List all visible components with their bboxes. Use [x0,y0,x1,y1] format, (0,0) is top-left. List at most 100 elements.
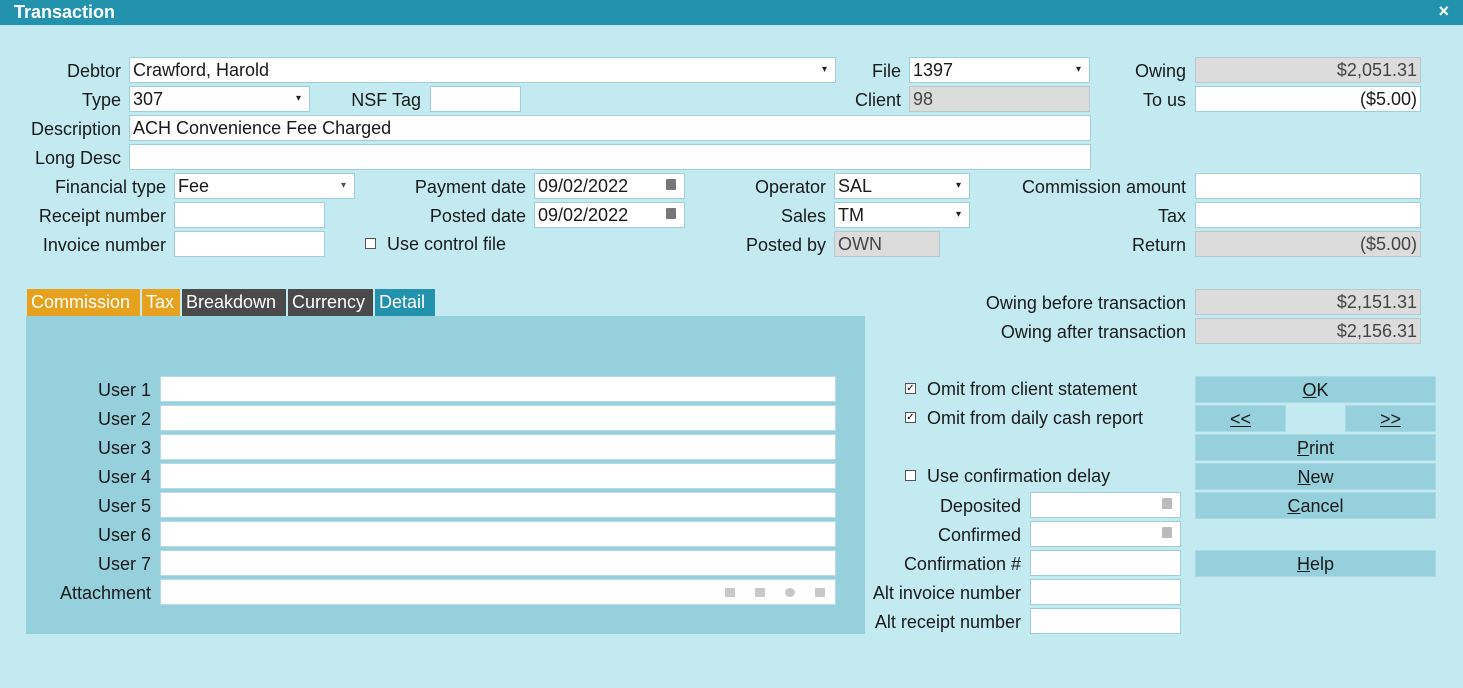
ok-button[interactable]: OK [1195,376,1436,403]
file-value: 1397 [913,60,954,80]
next-button-label: > [1390,409,1402,429]
user-5-input[interactable] [160,492,836,518]
cancel-button[interactable]: Cancel [1195,492,1436,519]
user-1-input[interactable] [160,376,836,402]
posted-date-value: 09/02/2022 [538,205,629,225]
file-label: File [871,61,901,81]
prev-button-mnemonic: < [1229,409,1241,429]
owing-after-label: Owing after transaction [1000,322,1186,342]
tab-currency[interactable]: Currency [288,289,373,316]
alt-invoice-label: Alt invoice number [872,583,1021,603]
file-select[interactable]: 1397 ▾ [909,57,1090,83]
tab-commission[interactable]: Commission [27,289,140,316]
commission-amount-label: Commission amount [1021,177,1186,197]
confirmation-number-label: Confirmation # [903,554,1021,574]
chevron-down-icon[interactable]: ▾ [822,58,827,82]
tab-breakdown-label: Breakdown [186,292,277,312]
debtor-label: Debtor [66,61,121,81]
payment-date-input[interactable]: 09/02/2022 [534,173,685,199]
print-button[interactable]: Print [1195,434,1436,461]
omit-daily-cash-checkbox[interactable]: ✓ [905,412,916,423]
posted-date-label: Posted date [429,206,526,226]
operator-value: SAL [838,176,873,196]
prev-button[interactable]: << [1195,405,1286,432]
to-us-label: To us [1142,90,1186,110]
sales-label: Sales [780,206,826,226]
tab-breakdown[interactable]: Breakdown [182,289,286,316]
omit-client-statement-label: Omit from client statement [927,379,1138,399]
help-button-label: elp [1309,554,1335,574]
description-label: Description [30,119,121,139]
receipt-number-input[interactable] [174,202,325,228]
description-input[interactable]: ACH Convenience Fee Charged [129,115,1091,141]
commission-amount-input[interactable] [1195,173,1421,199]
long-desc-input[interactable] [129,144,1091,170]
owing-label: Owing [1134,61,1186,81]
scanner-icon[interactable] [755,588,765,597]
alt-receipt-input[interactable] [1030,608,1181,634]
user-4-label: User 4 [97,467,151,487]
calendar-icon[interactable] [666,208,676,219]
user-6-label: User 6 [97,525,151,545]
debtor-select[interactable]: Crawford, Harold ▾ [129,57,836,83]
use-control-file-label: Use control file [387,234,507,254]
close-icon[interactable]: × [1438,1,1449,22]
tab-detail-label: Detail [379,292,426,312]
tax-input[interactable] [1195,202,1421,228]
confirmation-number-input[interactable] [1030,550,1181,576]
chevron-down-icon[interactable]: ▾ [956,174,961,198]
help-button[interactable]: Help [1195,550,1436,577]
chevron-down-icon[interactable]: ▾ [1076,58,1081,82]
user-4-input[interactable] [160,463,836,489]
attachment-input[interactable] [160,579,836,605]
operator-select[interactable]: SAL ▾ [834,173,970,199]
chevron-down-icon[interactable]: ▾ [341,174,346,198]
tab-detail[interactable]: Detail [375,289,435,316]
folder-icon[interactable] [725,588,735,597]
tab-commission-label: Commission [31,292,131,312]
invoice-number-label: Invoice number [42,235,166,255]
lock-icon[interactable] [815,588,825,597]
use-control-file-checkbox[interactable] [365,238,376,249]
confirmed-input[interactable] [1030,521,1181,547]
calendar-icon[interactable] [666,179,676,190]
nsf-tag-input[interactable] [430,86,521,112]
posted-by-label: Posted by [745,235,826,255]
tab-tax-label: Tax [146,292,175,312]
type-select[interactable]: 307 ▾ [129,86,310,112]
alt-receipt-label: Alt receipt number [874,612,1021,632]
use-confirmation-delay-checkbox[interactable] [905,470,916,481]
user-7-input[interactable] [160,550,836,576]
owing-before-label: Owing before transaction [985,293,1186,313]
receipt-number-label: Receipt number [38,206,166,226]
omit-client-statement-checkbox[interactable]: ✓ [905,383,916,394]
deposited-input[interactable] [1030,492,1181,518]
financial-type-select[interactable]: Fee ▾ [174,173,355,199]
tab-tax[interactable]: Tax [142,289,180,316]
alt-invoice-input[interactable] [1030,579,1181,605]
calendar-icon[interactable] [1162,527,1172,538]
clear-icon[interactable] [785,588,795,597]
user-2-input[interactable] [160,405,836,431]
new-button-mnemonic: N [1297,467,1311,487]
next-button[interactable]: >> [1345,405,1436,432]
chevron-down-icon[interactable]: ▾ [296,87,301,111]
user-3-input[interactable] [160,434,836,460]
print-button-label: rint [1309,438,1335,458]
financial-type-value: Fee [178,176,210,196]
invoice-number-input[interactable] [174,231,325,257]
long-desc-label: Long Desc [34,148,121,168]
return-field: ($5.00) [1195,231,1421,257]
calendar-icon[interactable] [1162,498,1172,509]
new-button[interactable]: New [1195,463,1436,490]
chevron-down-icon[interactable]: ▾ [956,203,961,227]
payment-date-label: Payment date [414,177,526,197]
cancel-button-mnemonic: C [1287,496,1301,516]
tax-label: Tax [1157,206,1186,226]
to-us-input[interactable]: ($5.00) [1195,86,1421,112]
sales-select[interactable]: TM ▾ [834,202,970,228]
help-button-mnemonic: H [1296,554,1310,574]
omit-daily-cash-label: Omit from daily cash report [927,408,1144,428]
user-6-input[interactable] [160,521,836,547]
posted-date-input[interactable]: 09/02/2022 [534,202,685,228]
